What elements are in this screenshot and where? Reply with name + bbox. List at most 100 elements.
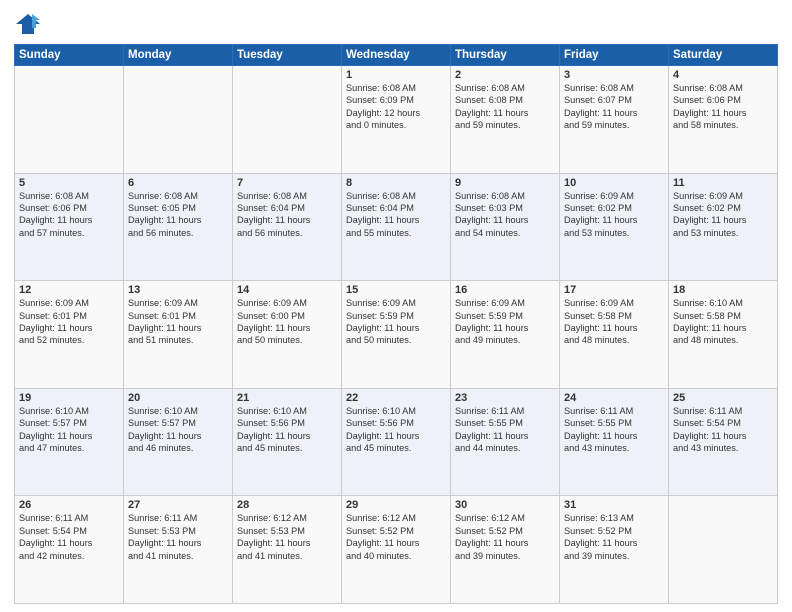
calendar-cell: 30Sunrise: 6:12 AM Sunset: 5:52 PM Dayli… bbox=[451, 496, 560, 604]
calendar-body: 1Sunrise: 6:08 AM Sunset: 6:09 PM Daylig… bbox=[15, 66, 778, 604]
day-number: 18 bbox=[673, 284, 773, 296]
day-number: 6 bbox=[128, 177, 228, 189]
calendar-cell: 17Sunrise: 6:09 AM Sunset: 5:58 PM Dayli… bbox=[560, 281, 669, 389]
weekday-row: SundayMondayTuesdayWednesdayThursdayFrid… bbox=[15, 45, 778, 66]
day-info: Sunrise: 6:10 AM Sunset: 5:57 PM Dayligh… bbox=[19, 405, 119, 455]
logo bbox=[14, 10, 46, 38]
day-info: Sunrise: 6:11 AM Sunset: 5:54 PM Dayligh… bbox=[673, 405, 773, 455]
day-number: 5 bbox=[19, 177, 119, 189]
weekday-header-saturday: Saturday bbox=[669, 45, 778, 66]
header bbox=[14, 10, 778, 38]
calendar-cell: 20Sunrise: 6:10 AM Sunset: 5:57 PM Dayli… bbox=[124, 388, 233, 496]
calendar-page: SundayMondayTuesdayWednesdayThursdayFrid… bbox=[0, 0, 792, 612]
day-number: 21 bbox=[237, 392, 337, 404]
day-number: 12 bbox=[19, 284, 119, 296]
day-info: Sunrise: 6:09 AM Sunset: 5:58 PM Dayligh… bbox=[564, 297, 664, 347]
day-info: Sunrise: 6:11 AM Sunset: 5:54 PM Dayligh… bbox=[19, 512, 119, 562]
day-info: Sunrise: 6:09 AM Sunset: 6:01 PM Dayligh… bbox=[128, 297, 228, 347]
calendar-cell bbox=[669, 496, 778, 604]
calendar-cell: 3Sunrise: 6:08 AM Sunset: 6:07 PM Daylig… bbox=[560, 66, 669, 174]
calendar-cell: 8Sunrise: 6:08 AM Sunset: 6:04 PM Daylig… bbox=[342, 173, 451, 281]
day-number: 30 bbox=[455, 499, 555, 511]
day-info: Sunrise: 6:08 AM Sunset: 6:04 PM Dayligh… bbox=[346, 190, 446, 240]
day-number: 19 bbox=[19, 392, 119, 404]
day-info: Sunrise: 6:12 AM Sunset: 5:53 PM Dayligh… bbox=[237, 512, 337, 562]
calendar-cell: 10Sunrise: 6:09 AM Sunset: 6:02 PM Dayli… bbox=[560, 173, 669, 281]
calendar-cell bbox=[15, 66, 124, 174]
day-number: 23 bbox=[455, 392, 555, 404]
day-info: Sunrise: 6:10 AM Sunset: 5:56 PM Dayligh… bbox=[346, 405, 446, 455]
calendar-cell: 9Sunrise: 6:08 AM Sunset: 6:03 PM Daylig… bbox=[451, 173, 560, 281]
calendar-cell: 26Sunrise: 6:11 AM Sunset: 5:54 PM Dayli… bbox=[15, 496, 124, 604]
calendar-cell: 15Sunrise: 6:09 AM Sunset: 5:59 PM Dayli… bbox=[342, 281, 451, 389]
day-info: Sunrise: 6:10 AM Sunset: 5:57 PM Dayligh… bbox=[128, 405, 228, 455]
calendar-week-2: 5Sunrise: 6:08 AM Sunset: 6:06 PM Daylig… bbox=[15, 173, 778, 281]
day-info: Sunrise: 6:08 AM Sunset: 6:06 PM Dayligh… bbox=[19, 190, 119, 240]
day-number: 20 bbox=[128, 392, 228, 404]
day-number: 28 bbox=[237, 499, 337, 511]
calendar-table: SundayMondayTuesdayWednesdayThursdayFrid… bbox=[14, 44, 778, 604]
calendar-cell: 28Sunrise: 6:12 AM Sunset: 5:53 PM Dayli… bbox=[233, 496, 342, 604]
logo-icon bbox=[14, 10, 42, 38]
day-info: Sunrise: 6:09 AM Sunset: 6:02 PM Dayligh… bbox=[564, 190, 664, 240]
day-info: Sunrise: 6:08 AM Sunset: 6:05 PM Dayligh… bbox=[128, 190, 228, 240]
day-number: 1 bbox=[346, 69, 446, 81]
day-info: Sunrise: 6:08 AM Sunset: 6:09 PM Dayligh… bbox=[346, 82, 446, 132]
day-number: 25 bbox=[673, 392, 773, 404]
calendar-cell: 7Sunrise: 6:08 AM Sunset: 6:04 PM Daylig… bbox=[233, 173, 342, 281]
calendar-week-5: 26Sunrise: 6:11 AM Sunset: 5:54 PM Dayli… bbox=[15, 496, 778, 604]
day-number: 9 bbox=[455, 177, 555, 189]
day-number: 14 bbox=[237, 284, 337, 296]
calendar-cell: 31Sunrise: 6:13 AM Sunset: 5:52 PM Dayli… bbox=[560, 496, 669, 604]
weekday-header-sunday: Sunday bbox=[15, 45, 124, 66]
calendar-cell: 22Sunrise: 6:10 AM Sunset: 5:56 PM Dayli… bbox=[342, 388, 451, 496]
weekday-header-friday: Friday bbox=[560, 45, 669, 66]
day-info: Sunrise: 6:09 AM Sunset: 5:59 PM Dayligh… bbox=[346, 297, 446, 347]
day-number: 2 bbox=[455, 69, 555, 81]
day-number: 31 bbox=[564, 499, 664, 511]
weekday-header-thursday: Thursday bbox=[451, 45, 560, 66]
calendar-cell: 25Sunrise: 6:11 AM Sunset: 5:54 PM Dayli… bbox=[669, 388, 778, 496]
calendar-cell: 19Sunrise: 6:10 AM Sunset: 5:57 PM Dayli… bbox=[15, 388, 124, 496]
calendar-cell bbox=[124, 66, 233, 174]
calendar-cell: 4Sunrise: 6:08 AM Sunset: 6:06 PM Daylig… bbox=[669, 66, 778, 174]
calendar-cell: 27Sunrise: 6:11 AM Sunset: 5:53 PM Dayli… bbox=[124, 496, 233, 604]
calendar-cell: 23Sunrise: 6:11 AM Sunset: 5:55 PM Dayli… bbox=[451, 388, 560, 496]
day-number: 8 bbox=[346, 177, 446, 189]
calendar-week-1: 1Sunrise: 6:08 AM Sunset: 6:09 PM Daylig… bbox=[15, 66, 778, 174]
day-info: Sunrise: 6:11 AM Sunset: 5:55 PM Dayligh… bbox=[564, 405, 664, 455]
calendar-week-4: 19Sunrise: 6:10 AM Sunset: 5:57 PM Dayli… bbox=[15, 388, 778, 496]
calendar-cell: 11Sunrise: 6:09 AM Sunset: 6:02 PM Dayli… bbox=[669, 173, 778, 281]
calendar-header: SundayMondayTuesdayWednesdayThursdayFrid… bbox=[15, 45, 778, 66]
calendar-cell: 12Sunrise: 6:09 AM Sunset: 6:01 PM Dayli… bbox=[15, 281, 124, 389]
calendar-cell: 18Sunrise: 6:10 AM Sunset: 5:58 PM Dayli… bbox=[669, 281, 778, 389]
calendar-cell: 2Sunrise: 6:08 AM Sunset: 6:08 PM Daylig… bbox=[451, 66, 560, 174]
calendar-cell: 6Sunrise: 6:08 AM Sunset: 6:05 PM Daylig… bbox=[124, 173, 233, 281]
day-number: 27 bbox=[128, 499, 228, 511]
day-info: Sunrise: 6:08 AM Sunset: 6:07 PM Dayligh… bbox=[564, 82, 664, 132]
day-info: Sunrise: 6:10 AM Sunset: 5:58 PM Dayligh… bbox=[673, 297, 773, 347]
calendar-cell: 29Sunrise: 6:12 AM Sunset: 5:52 PM Dayli… bbox=[342, 496, 451, 604]
day-number: 7 bbox=[237, 177, 337, 189]
day-info: Sunrise: 6:11 AM Sunset: 5:55 PM Dayligh… bbox=[455, 405, 555, 455]
day-number: 4 bbox=[673, 69, 773, 81]
weekday-header-tuesday: Tuesday bbox=[233, 45, 342, 66]
day-number: 13 bbox=[128, 284, 228, 296]
calendar-cell: 1Sunrise: 6:08 AM Sunset: 6:09 PM Daylig… bbox=[342, 66, 451, 174]
day-number: 29 bbox=[346, 499, 446, 511]
day-info: Sunrise: 6:13 AM Sunset: 5:52 PM Dayligh… bbox=[564, 512, 664, 562]
day-number: 3 bbox=[564, 69, 664, 81]
weekday-header-wednesday: Wednesday bbox=[342, 45, 451, 66]
day-number: 15 bbox=[346, 284, 446, 296]
day-info: Sunrise: 6:12 AM Sunset: 5:52 PM Dayligh… bbox=[346, 512, 446, 562]
calendar-cell: 24Sunrise: 6:11 AM Sunset: 5:55 PM Dayli… bbox=[560, 388, 669, 496]
day-info: Sunrise: 6:09 AM Sunset: 6:02 PM Dayligh… bbox=[673, 190, 773, 240]
day-info: Sunrise: 6:10 AM Sunset: 5:56 PM Dayligh… bbox=[237, 405, 337, 455]
day-number: 16 bbox=[455, 284, 555, 296]
day-info: Sunrise: 6:08 AM Sunset: 6:03 PM Dayligh… bbox=[455, 190, 555, 240]
day-info: Sunrise: 6:11 AM Sunset: 5:53 PM Dayligh… bbox=[128, 512, 228, 562]
day-info: Sunrise: 6:12 AM Sunset: 5:52 PM Dayligh… bbox=[455, 512, 555, 562]
calendar-cell: 5Sunrise: 6:08 AM Sunset: 6:06 PM Daylig… bbox=[15, 173, 124, 281]
weekday-header-monday: Monday bbox=[124, 45, 233, 66]
calendar-cell: 16Sunrise: 6:09 AM Sunset: 5:59 PM Dayli… bbox=[451, 281, 560, 389]
